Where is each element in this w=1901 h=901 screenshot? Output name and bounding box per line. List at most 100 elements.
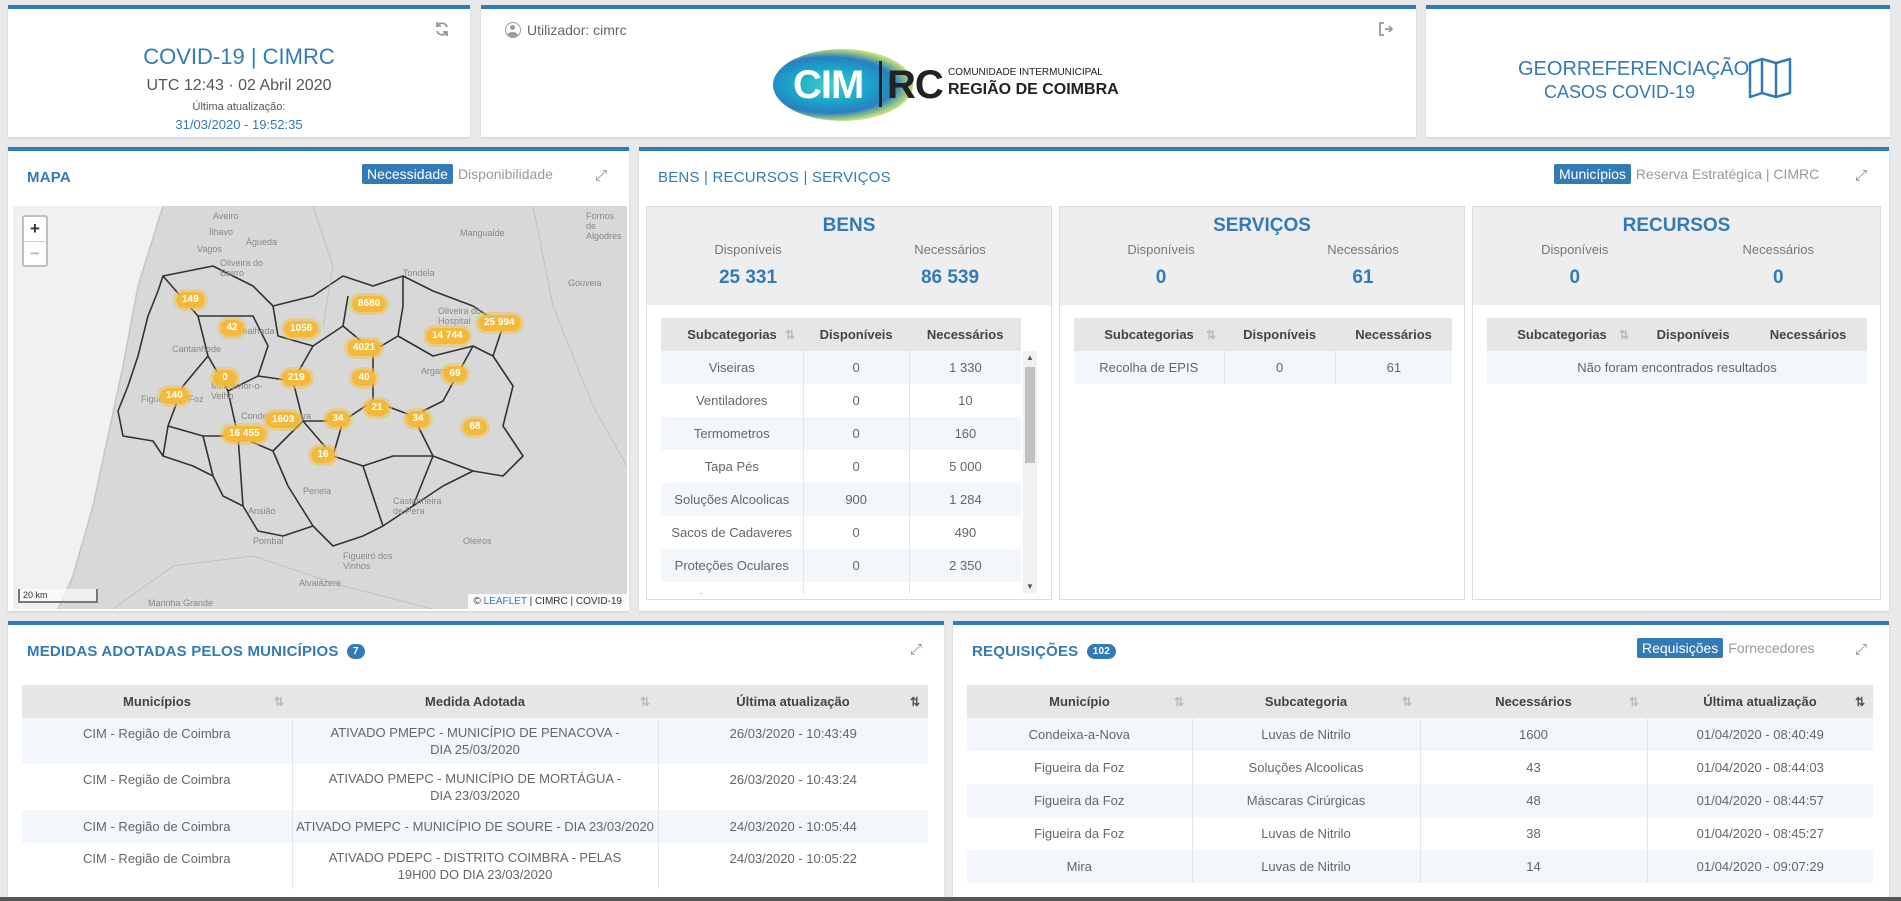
logo-mark-left: CIM <box>793 63 864 107</box>
servicos-available-stat: Disponíveis 0 <box>1060 242 1262 289</box>
col-header[interactable]: Medida Adotada ⇅ <box>292 685 658 718</box>
map-marker[interactable]: 1056 <box>281 318 322 340</box>
map-marker[interactable]: 16 455 <box>220 423 269 445</box>
empty-results: Não foram encontrados resultados <box>1487 351 1867 384</box>
map-marker[interactable]: 42 <box>217 317 247 339</box>
sort-icon[interactable]: ⇅ <box>1206 328 1216 342</box>
expand-icon[interactable]: ⤢ <box>593 168 609 184</box>
col-header[interactable]: Subcategorias ⇅ <box>661 318 803 351</box>
col-header[interactable]: Municípios ⇅ <box>22 685 292 718</box>
map-marker[interactable]: 140 <box>157 385 192 407</box>
col-header[interactable]: Última atualização ⇅ <box>1647 685 1873 718</box>
table-row: Condeixa-a-Nova Luvas de Nitrilo 1600 01/04… <box>967 718 1873 751</box>
map-icon <box>1748 57 1792 102</box>
map-background <box>13 206 627 609</box>
map-marker[interactable]: 149 <box>173 289 208 311</box>
map-marker[interactable]: 68 <box>460 416 490 438</box>
col-header[interactable]: Necessários <box>1749 318 1867 351</box>
col-header[interactable]: Necessários <box>909 318 1021 351</box>
sort-desc-icon[interactable]: ⇅ <box>910 695 920 709</box>
sort-icon[interactable]: ⇅ <box>640 695 650 709</box>
col-header[interactable]: Município ⇅ <box>967 685 1192 718</box>
place-label: Pombal <box>253 536 284 546</box>
bens-header: BENS Disponíveis 25 331 Necessários 86 5… <box>647 207 1051 305</box>
map-marker[interactable]: 34 <box>323 408 353 430</box>
sort-icon[interactable]: ⇅ <box>1402 695 1412 709</box>
map-marker[interactable]: 4021 <box>344 337 385 359</box>
col-header[interactable]: Última atualização ⇅ <box>658 685 928 718</box>
bens-available-stat: Disponíveis 25 331 <box>647 242 849 289</box>
last-update-label: Última atualização: <box>192 101 286 113</box>
place-label: Águeda <box>246 237 278 247</box>
toggle-disponibilidade[interactable]: Disponibilidade <box>453 164 558 184</box>
map-marker[interactable]: 8680 <box>349 293 390 315</box>
sort-icon[interactable]: ⇅ <box>785 328 795 342</box>
sort-icon[interactable]: ⇅ <box>1619 328 1629 342</box>
map-marker[interactable]: 69 <box>440 363 470 385</box>
col-header[interactable]: Disponíveis <box>803 318 910 351</box>
toggle-municipios[interactable]: Municípios <box>1554 164 1631 184</box>
map-marker[interactable]: 16 <box>308 444 338 466</box>
map-marker[interactable]: 40 <box>349 367 379 389</box>
georef-panel[interactable]: GEORREFERENCIAÇÃO CASOS COVID-19 <box>1426 5 1890 137</box>
col-header[interactable]: Subcategoria ⇅ <box>1192 685 1420 718</box>
toggle-reserva[interactable]: Reserva Estratégica | CIMRC <box>1631 164 1824 184</box>
scrollbar-thumb[interactable] <box>1025 367 1035 463</box>
map-marker[interactable]: 25 994 <box>475 312 524 334</box>
toggle-fornecedores[interactable]: Fornecedores <box>1723 638 1819 658</box>
stat-value: 86 539 <box>920 267 980 288</box>
georef-line2: CASOS COVID-19 <box>1544 82 1696 102</box>
servicos-table-wrap: Subcategorias ⇅ Disponíveis Necessários R… <box>1074 318 1452 398</box>
table-row: Máscaras FFP207 000 <box>661 582 1021 594</box>
map-marker[interactable]: 14 744 <box>423 325 472 347</box>
place-label: Cantanhede <box>172 344 222 354</box>
table-row: Viseiras 0 1 330 <box>661 351 1021 384</box>
recursos-available-stat: Disponíveis 0 <box>1473 242 1677 289</box>
map-marker[interactable]: 219 <box>279 367 314 389</box>
expand-icon[interactable]: ⤢ <box>908 642 924 658</box>
last-update-value: 31/03/2020 - 19:52:35 <box>175 117 303 132</box>
col-header[interactable]: Subcategorias ⇅ <box>1487 318 1637 351</box>
requisicoes-panel: REQUISIÇÕES 102 Requisições Fornecedores… <box>953 621 1889 901</box>
table-row: Figueira da Foz Luvas de Nitrilo 38 01/04/2… <box>967 817 1873 850</box>
sort-asc-icon[interactable]: ⇅ <box>1855 695 1865 709</box>
place-label: Tondela <box>403 268 435 278</box>
expand-icon[interactable]: ⤢ <box>1853 168 1869 184</box>
map-marker[interactable]: 34 <box>403 408 433 430</box>
refresh-icon[interactable] <box>434 21 450 37</box>
col-header[interactable]: Necessários ⇅ <box>1420 685 1647 718</box>
col-header[interactable]: Necessários <box>1335 318 1452 351</box>
table-scrollbar[interactable]: ▲ ▼ <box>1023 351 1037 593</box>
col-header[interactable]: Subcategorias ⇅ <box>1074 318 1224 351</box>
sort-icon[interactable]: ⇅ <box>274 695 284 709</box>
stat-value: 61 <box>1352 267 1374 288</box>
toggle-requisicoes[interactable]: Requisições <box>1637 638 1724 658</box>
sort-icon[interactable]: ⇅ <box>1629 695 1639 709</box>
logo-line2: REGIÃO DE COIMBRA <box>948 81 1119 98</box>
map-marker[interactable]: 21 <box>362 397 392 419</box>
medidas-title-text: MEDIDAS ADOTADAS PELOS MUNICÍPIOS <box>27 643 339 660</box>
map-marker[interactable]: 0 <box>210 367 240 389</box>
header-datetime-panel: COVID-19 | CIMRC UTC 12:43 · 02 Abril 20… <box>8 5 470 137</box>
place-label: Ílhavo <box>209 227 234 237</box>
logout-icon[interactable] <box>1378 21 1394 37</box>
zoom-in-button[interactable]: + <box>24 217 46 241</box>
leaflet-map[interactable]: Fornos de Algodres Aveiro Ílhavo Águeda … <box>13 206 627 609</box>
count-badge: 7 <box>347 644 365 659</box>
expand-icon[interactable]: ⤢ <box>1853 642 1869 658</box>
table-row: Tapa Pés 0 5 000 <box>661 450 1021 483</box>
current-datetime: UTC 12:43 · 02 Abril 2020 <box>146 77 332 94</box>
col-header[interactable]: Disponíveis <box>1637 318 1750 351</box>
toggle-necessidade[interactable]: Necessidade <box>362 164 453 184</box>
attribution-text: | CIMRC | COVID-19 <box>529 596 622 607</box>
leaflet-link[interactable]: LEAFLET <box>484 596 527 607</box>
stat-label: Necessários <box>1327 242 1399 257</box>
zoom-out-button[interactable]: − <box>24 241 46 265</box>
sort-icon[interactable]: ⇅ <box>1174 695 1184 709</box>
map-marker[interactable]: 1603 <box>263 409 304 431</box>
col-header[interactable]: Disponíveis <box>1224 318 1336 351</box>
stat-value: 0 <box>1772 267 1784 288</box>
requisicoes-table: Município ⇅ Subcategoria ⇅ Necessários ⇅ Úl… <box>967 685 1873 883</box>
stat-value: 25 331 <box>718 267 778 288</box>
place-label: Gouveia <box>568 278 602 288</box>
